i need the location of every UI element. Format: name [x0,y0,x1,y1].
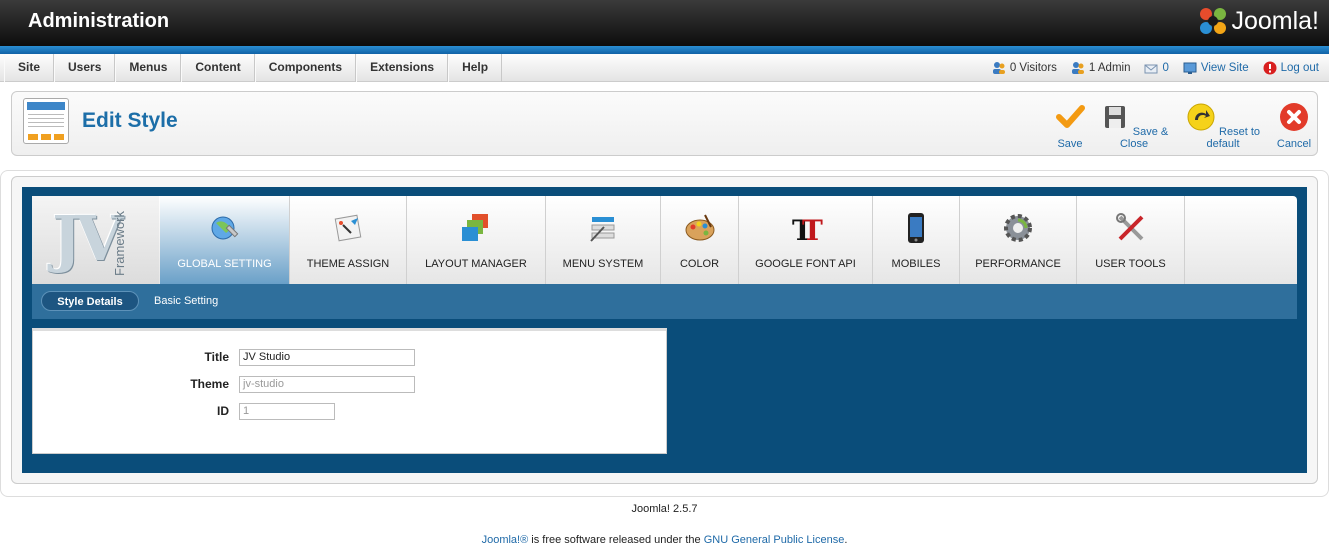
menu-content[interactable]: Content [181,54,255,82]
tab-global-setting-label: GLOBAL SETTING [177,258,272,270]
tab-google-font-api-label: GOOGLE FONT API [755,258,856,270]
edit-style-icon [23,98,69,144]
messages-status[interactable]: 0 [1144,61,1169,75]
joomla-link[interactable]: Joomla!® [482,534,529,546]
page-title: Edit Style [82,109,178,132]
save-button[interactable]: Save [1052,102,1088,150]
color-palette-icon [685,214,714,241]
visitors-icon [992,62,1005,74]
title-label: Title [204,350,229,364]
subtab-style-details[interactable]: Style Details [41,291,139,311]
tab-user-tools-label: USER TOOLS [1095,258,1166,270]
subtab-bar: Style Details Basic Setting [32,284,1297,319]
menu-site[interactable]: Site [4,54,55,82]
joomla-wordmark: Joomla! [1231,6,1319,35]
tab-mobiles-label: MOBILES [891,258,941,270]
menu-system-icon [590,217,615,242]
title-row: Title JV Studio [33,348,415,366]
tab-theme-assign-label: THEME ASSIGN [306,258,390,270]
menu-bar: Site Users Menus Content Components Exte… [0,54,1329,82]
tab-user-tools[interactable]: USER TOOLS [1077,196,1185,284]
reset-arrow-icon [1187,103,1215,131]
framework-tabs: JV Framework GLOBAL SETTING THEME ASSIGN… [32,196,1297,284]
license-mid: is free software released under the [528,534,704,546]
menu-components[interactable]: Components [254,54,357,82]
admin-status: 1 Admin [1071,61,1131,75]
logout-link[interactable]: Log out [1263,61,1319,75]
user-tools-icon [1115,213,1143,241]
view-site-link[interactable]: View Site [1183,61,1249,75]
cancel-icon [1280,103,1308,131]
main-menu: Site Users Menus Content Components Exte… [4,54,503,82]
view-site-label: View Site [1200,62,1249,74]
visitors-status: 0 Visitors [992,61,1057,75]
app-title: Administration [28,10,170,32]
license-end: . [844,534,848,546]
tab-menu-system-label: MENU SYSTEM [562,258,644,270]
logout-icon [1263,61,1277,75]
tab-google-font-api[interactable]: T T GOOGLE FONT API [739,196,873,284]
title-input[interactable]: JV Studio [239,348,415,366]
tab-theme-assign[interactable]: THEME ASSIGN [290,196,407,284]
joomla-logo-icon [1200,8,1227,34]
id-input: 1 [239,402,335,420]
gpl-link[interactable]: GNU General Public License [704,534,845,546]
id-row: ID 1 [33,402,335,420]
jv-logo-text: JV [52,202,123,275]
license-text: Joomla!® is free software released under… [0,534,1329,546]
checkmark-icon [1056,105,1085,128]
tab-layout-manager-label: LAYOUT MANAGER [425,258,527,270]
framework-logo-text: Framework [112,210,127,276]
global-setting-icon [211,216,238,240]
tab-performance-label: PERFORMANCE [975,258,1061,270]
tab-layout-manager[interactable]: LAYOUT MANAGER [407,196,546,284]
version-text: Joomla! 2.5.7 [631,503,698,515]
subtab-basic-setting[interactable]: Basic Setting [154,291,218,311]
save-label: Save [1057,138,1083,150]
messages-icon [1144,64,1158,74]
tab-color-label: COLOR [679,258,720,270]
tab-performance[interactable]: PERFORMANCE [960,196,1077,284]
theme-input: jv-studio [239,375,415,393]
menu-menus[interactable]: Menus [115,54,182,82]
joomla-logo[interactable]: Joomla! [1198,6,1319,36]
header-accent-band [0,46,1329,54]
performance-gear-icon [1004,214,1032,242]
id-label: ID [217,404,229,418]
theme-assign-icon [334,214,362,242]
tab-menu-system[interactable]: MENU SYSTEM [546,196,661,284]
menu-extensions[interactable]: Extensions [356,54,449,82]
style-details-form: Title JV Studio Theme jv-studio ID 1 [32,328,667,454]
header-bar: Administration Joomla! [0,0,1329,46]
svg-text:T: T [802,214,823,245]
reset-default-button[interactable]: Reset to default [1180,102,1266,150]
visitors-count: 0 Visitors [1009,62,1057,74]
cancel-label: Cancel [1276,138,1312,150]
menu-help[interactable]: Help [448,54,503,82]
jv-framework-logo: JV Framework [32,196,159,284]
tab-mobiles[interactable]: MOBILES [873,196,960,284]
theme-label: Theme [190,377,229,391]
mobile-phone-icon [908,213,924,243]
toolbar-box: Edit Style Save Save & Close Reset to de… [11,91,1318,156]
cancel-button[interactable]: Cancel [1274,102,1314,150]
admin-icon [1071,62,1084,74]
admin-count: 1 Admin [1088,62,1131,74]
layout-manager-icon [462,214,488,241]
menu-users[interactable]: Users [54,54,116,82]
theme-row: Theme jv-studio [33,375,415,393]
floppy-disk-icon [1104,106,1125,128]
tab-global-setting[interactable]: GLOBAL SETTING [160,196,290,284]
messages-count: 0 [1162,62,1169,74]
tab-color[interactable]: COLOR [661,196,739,284]
google-font-icon: T T [792,214,823,247]
status-area: 0 Visitors 1 Admin 0 View Site Log out [978,54,1319,82]
monitor-icon [1183,62,1197,74]
save-close-button[interactable]: Save & Close [1098,102,1170,150]
logout-label: Log out [1280,62,1319,74]
